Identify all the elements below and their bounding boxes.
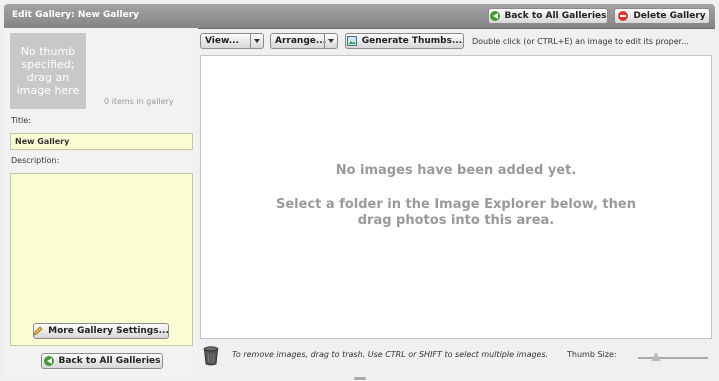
image-icon [346,36,357,46]
thumb-size-slider[interactable] [638,352,708,361]
empty-title: No images have been added yet. [335,163,577,178]
arrange-dropdown-label: Arrange... [275,36,327,46]
title-field[interactable]: New Gallery [10,133,193,150]
delete-gallery-button[interactable]: Delete Gallery [614,8,710,24]
trash-icon[interactable] [203,346,219,366]
title-bar: Edit Gallery: New Gallery [4,4,715,29]
window-title: Edit Gallery: New Gallery [12,10,140,20]
description-field[interactable] [10,173,193,346]
sidebar-back-to-galleries-button[interactable]: Back to All Galleries [41,353,163,369]
trash-tip: To remove images, drag to trash. Use CTR… [232,350,549,359]
delete-icon [618,11,629,21]
description-label: Description: [11,156,60,165]
sidebar-back-label: Back to All Galleries [58,356,161,366]
resize-grip[interactable] [354,377,366,380]
back-arrow-icon [489,11,500,21]
arrange-dropdown[interactable]: Arrange... [270,33,338,49]
chevron-down-icon [324,34,337,48]
item-count: 0 items in gallery [104,97,174,106]
thumb-size-label: Thumb Size: [567,350,617,359]
view-dropdown-label: View... [205,36,239,46]
more-gallery-settings-button[interactable]: More Gallery Settings... [33,323,169,339]
empty-hint: Select a folder in the Image Explorer be… [276,197,636,228]
view-dropdown[interactable]: View... [200,33,264,49]
image-dropzone[interactable]: No images have been added yet. Select a … [200,55,712,339]
thumb-size-slider-knob[interactable] [650,352,661,361]
back-to-galleries-label: Back to All Galleries [504,11,607,21]
generate-thumbs-label: Generate Thumbs... [361,36,463,46]
edit-hint: Double click (or CTRL+E) an image to edi… [472,37,689,46]
pencil-icon [33,326,43,336]
gallery-sidebar: No thumb specified; drag an image here 0… [4,28,198,376]
generate-thumbs-button[interactable]: Generate Thumbs... [345,33,464,49]
chevron-down-icon [250,34,263,48]
title-label: Title: [11,116,31,125]
back-to-galleries-button[interactable]: Back to All Galleries [488,8,608,24]
thumb-placeholder-text: No thumb specified; drag an image here [16,45,80,97]
thumb-dropzone[interactable]: No thumb specified; drag an image here [10,33,86,109]
back-arrow-icon [43,356,54,366]
delete-gallery-label: Delete Gallery [633,11,706,21]
more-gallery-settings-label: More Gallery Settings... [48,326,169,336]
